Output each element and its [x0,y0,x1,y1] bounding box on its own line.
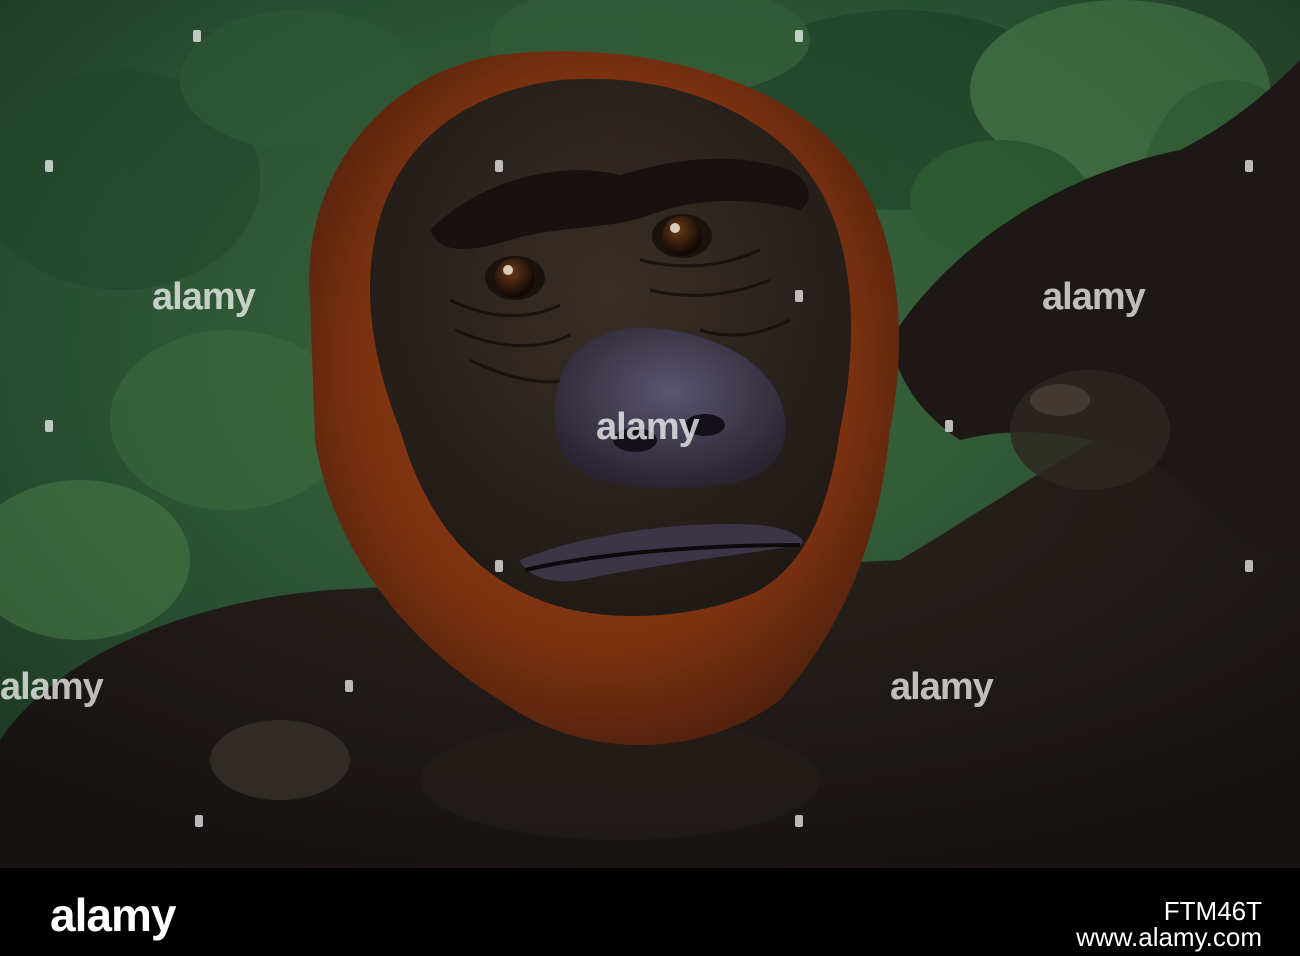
site-url: www.alamy.com [1076,922,1262,952]
watermark-dot [45,160,53,172]
watermark-dot [795,290,803,302]
watermark-dot [495,560,503,572]
watermark-dot [795,30,803,42]
right-eye [652,214,712,258]
alamy-logo: alamy [50,889,176,941]
footer-bar: alamy FTM46T www.alamy.com [0,868,1300,956]
watermark-dot [193,30,201,42]
watermark-dot [1245,560,1253,572]
watermark-dot [195,815,203,827]
watermark-text: alamy [596,406,700,448]
watermark-text: alamy [1042,276,1146,318]
watermark-dot [345,680,353,692]
left-eye [485,256,545,300]
watermark-dot [1245,160,1253,172]
stock-photo-frame: alamy alamy alamy alamy alamy alamy FTM4… [0,0,1300,956]
watermark-dot [45,420,53,432]
watermark-text: alamy [890,666,994,708]
watermark-text: alamy [0,666,104,708]
gorilla-photo: alamy alamy alamy alamy alamy [0,0,1300,868]
watermark-dot [945,420,953,432]
watermark-dot [495,160,503,172]
watermark-dot [795,815,803,827]
watermark-text: alamy [152,276,256,318]
